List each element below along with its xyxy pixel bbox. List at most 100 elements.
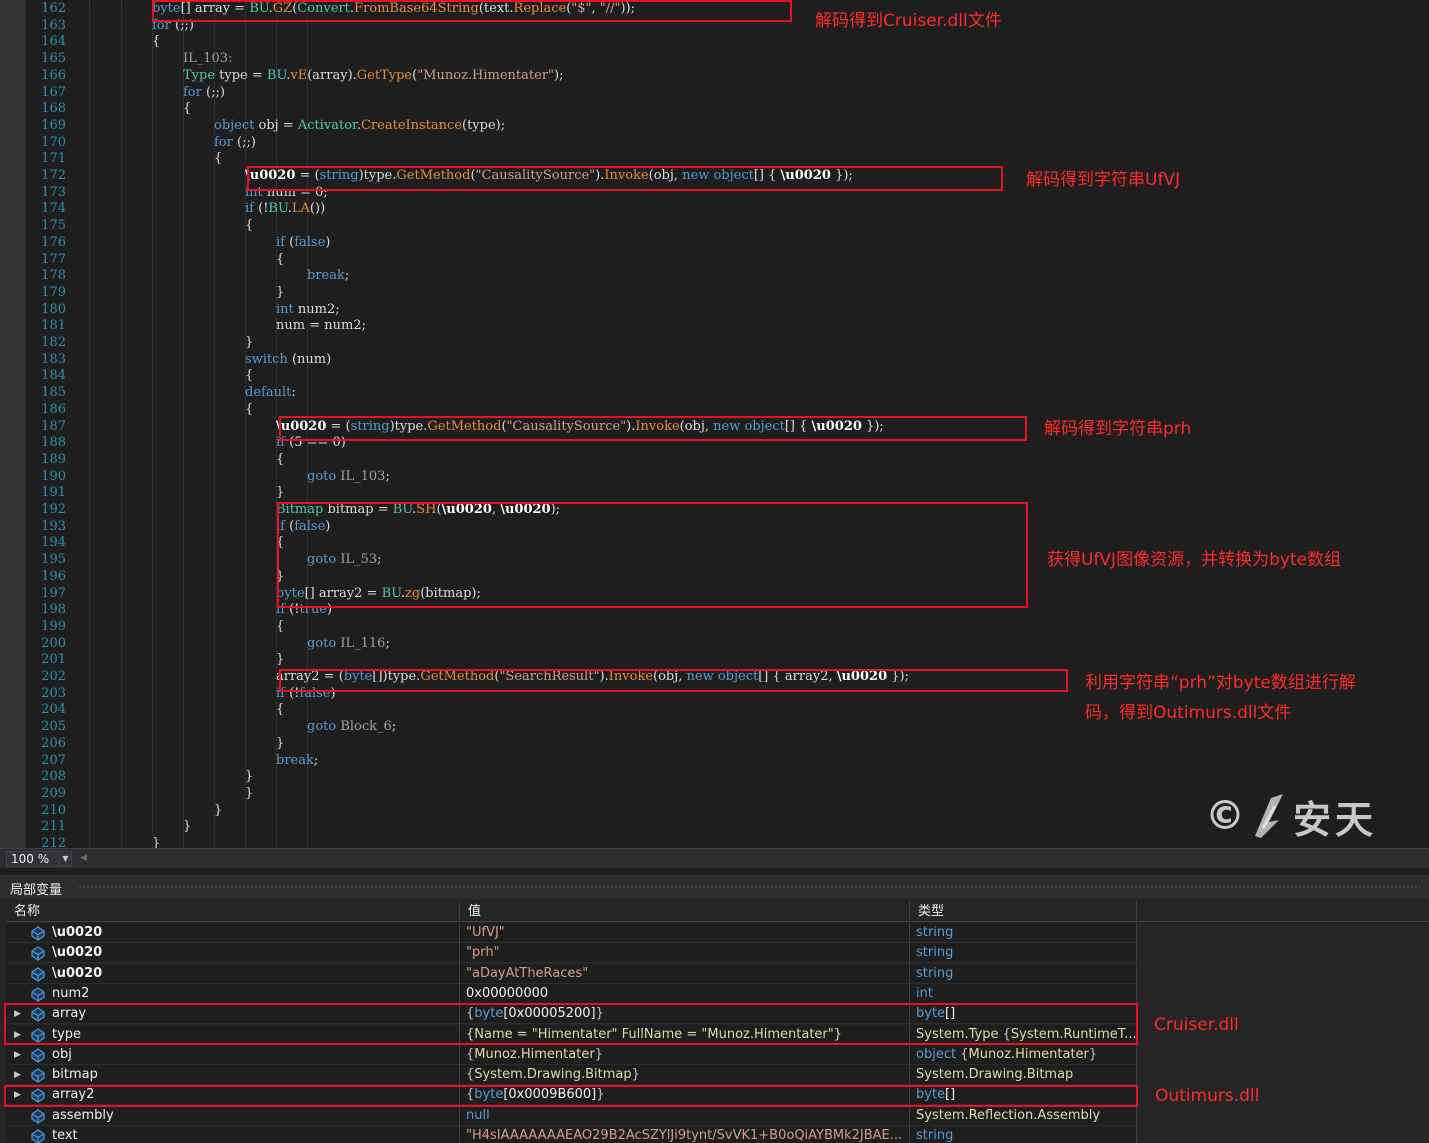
locals-row[interactable]: \u0020 "UfVJ" string: [6, 923, 1137, 943]
variable-name: num2: [52, 985, 90, 1001]
variable-value[interactable]: "UfVJ": [460, 923, 910, 943]
locals-row[interactable]: ▶ type {Name = "Himentater" FullName = "Mu…: [6, 1024, 1137, 1045]
code-line[interactable]: 184 {: [26, 367, 1429, 385]
code-line[interactable]: 171 {: [26, 150, 1429, 168]
variable-value[interactable]: {Munoz.Himentater}: [460, 1044, 910, 1065]
code-line[interactable]: 174 if (!BU.LA()): [26, 200, 1429, 218]
code-line[interactable]: 176 if (false): [26, 234, 1429, 252]
code-line[interactable]: 193 if (false): [26, 518, 1429, 536]
code-line[interactable]: 172 \u0020 = (string)type.GetMethod("Caus…: [26, 167, 1429, 185]
code-editor[interactable]: 162 byte[] array = BU.GZ(Convert.FromBase…: [0, 0, 1429, 848]
variable-value[interactable]: {byte[0x0009B600]}: [460, 1085, 910, 1106]
code-token: }: [245, 769, 254, 785]
column-header-value[interactable]: 值: [460, 901, 910, 922]
code-line[interactable]: 181 num = num2;: [26, 317, 1429, 335]
locals-row[interactable]: ▶ obj {Munoz.Himentater} object {Munoz.Hime…: [6, 1044, 1137, 1065]
locals-row[interactable]: assembly null System.Reflection.Assembly: [6, 1105, 1137, 1126]
column-header-type[interactable]: 类型: [910, 901, 1137, 922]
code-line[interactable]: 170 for (;;): [26, 134, 1429, 152]
variable-value[interactable]: "H4sIAAAAAAAEAO29B2AcSZYlJi9tynt/SvVK1+B…: [460, 1126, 910, 1143]
code-line[interactable]: 200 goto IL_116;: [26, 635, 1429, 653]
expand-arrow-icon[interactable]: ▶: [14, 1004, 24, 1024]
locals-row[interactable]: \u0020 "aDayAtTheRaces" string: [6, 963, 1137, 984]
variable-value[interactable]: {System.Drawing.Bitmap}: [460, 1065, 910, 1086]
line-number: 199: [41, 618, 66, 634]
copyright-icon: ©: [1205, 793, 1245, 839]
code-line[interactable]: 190 goto IL_103;: [26, 468, 1429, 486]
code-token: goto: [307, 552, 337, 568]
code-line[interactable]: 199 {: [26, 618, 1429, 636]
code-line[interactable]: 162 byte[] array = BU.GZ(Convert.FromBase…: [26, 0, 1429, 18]
code-text: }: [183, 818, 191, 836]
code-line[interactable]: 173 int num = 0;: [26, 184, 1429, 202]
code-line[interactable]: 175 {: [26, 217, 1429, 235]
code-line[interactable]: 192 Bitmap bitmap = BU.SH(\u0020, \u0020)…: [26, 501, 1429, 519]
code-line[interactable]: 180 int num2;: [26, 301, 1429, 319]
code-line[interactable]: 187 \u0020 = (string)type.GetMethod("Caus…: [26, 418, 1429, 436]
zoom-select[interactable]: 100 % ▼: [6, 851, 72, 867]
code-line[interactable]: 164 {: [26, 33, 1429, 51]
code-line[interactable]: 179}: [26, 284, 1429, 302]
variable-value[interactable]: {Name = "Himentater" FullName = "Munoz.H…: [460, 1024, 910, 1045]
code-line[interactable]: 206}: [26, 735, 1429, 753]
code-token: obj =: [254, 117, 298, 133]
variable-value[interactable]: "aDayAtTheRaces": [460, 963, 910, 984]
code-token: if: [276, 234, 285, 250]
code-line[interactable]: 185 default:: [26, 384, 1429, 402]
code-line[interactable]: 167 for (;;): [26, 84, 1429, 102]
locals-row[interactable]: num2 0x00000000 int: [6, 983, 1137, 1004]
code-line[interactable]: 197 byte[] array2 = BU.zg(bitmap);: [26, 585, 1429, 603]
locals-row[interactable]: ▶ array {byte[0x00005200]} byte[]: [6, 1004, 1137, 1025]
locals-title-bar[interactable]: 局部变量: [0, 875, 1429, 899]
code-line[interactable]: 208}: [26, 768, 1429, 786]
expand-arrow-icon[interactable]: ▶: [14, 1065, 24, 1085]
value-token: byte: [474, 1087, 504, 1103]
code-text: }: [245, 768, 253, 786]
locals-name-cell: ▶ type: [6, 1024, 460, 1045]
code-token: );: [550, 502, 561, 517]
code-line[interactable]: 182}: [26, 334, 1429, 352]
scroll-left-icon[interactable]: ◀: [80, 853, 87, 863]
locals-name-cell: \u0020: [6, 923, 460, 943]
expand-arrow-icon[interactable]: ▶: [14, 1045, 24, 1065]
line-number: 197: [41, 585, 66, 601]
locals-row[interactable]: text "H4sIAAAAAAAEAO29B2AcSZYlJi9tynt/SvV…: [6, 1126, 1137, 1143]
code-line[interactable]: 207 break;: [26, 752, 1429, 770]
antiy-logo-icon: [1255, 794, 1283, 838]
code-line[interactable]: 191}: [26, 484, 1429, 502]
column-header-name[interactable]: 名称: [6, 901, 460, 922]
code-token: {: [245, 401, 254, 417]
variable-name: \u0020: [52, 925, 103, 940]
code-line[interactable]: 189 {: [26, 451, 1429, 469]
code-line[interactable]: 166 Type type = BU.vE(array).GetType("Mun…: [26, 67, 1429, 85]
code-line[interactable]: 168 {: [26, 100, 1429, 118]
code-line[interactable]: 165 IL_103:: [26, 50, 1429, 68]
variable-value[interactable]: 0x00000000: [460, 983, 910, 1004]
code-text: byte[] array = BU.GZ(Convert.FromBase64S…: [152, 0, 635, 18]
code-line[interactable]: 198 if (!true): [26, 601, 1429, 619]
code-token: (: [284, 518, 295, 534]
expand-arrow-icon[interactable]: ▶: [14, 1025, 24, 1045]
code-line[interactable]: 177 {: [26, 251, 1429, 269]
code-line[interactable]: 163 for (;;): [26, 17, 1429, 35]
value-token: null: [466, 1107, 490, 1123]
code-line[interactable]: 169 object obj = Activator.CreateInstance…: [26, 117, 1429, 135]
locals-row[interactable]: \u0020 "prh" string: [6, 943, 1137, 964]
code-text: goto IL_53;: [307, 551, 382, 569]
code-token: "CausalitySource": [506, 418, 627, 434]
code-line[interactable]: 183 switch (num): [26, 351, 1429, 369]
variable-value[interactable]: {byte[0x00005200]}: [460, 1004, 910, 1025]
code-line[interactable]: 188 if (5 == 0): [26, 434, 1429, 452]
expand-arrow-icon[interactable]: ▶: [14, 1085, 24, 1105]
code-token: false: [299, 685, 331, 701]
locals-row[interactable]: ▶ bitmap {System.Drawing.Bitmap} System.Dra…: [6, 1065, 1137, 1086]
code-token: GetType: [356, 67, 413, 83]
line-number: 210: [41, 802, 66, 818]
code-line[interactable]: 186 {: [26, 401, 1429, 419]
variable-value[interactable]: null: [460, 1105, 910, 1126]
variable-value[interactable]: "prh": [460, 943, 910, 964]
locals-row[interactable]: ▶ array2 {byte[0x0009B600]} byte[]: [6, 1085, 1137, 1106]
chevron-down-icon[interactable]: ▼: [59, 852, 71, 866]
code-line[interactable]: 178 break;: [26, 267, 1429, 285]
code-line[interactable]: 201}: [26, 651, 1429, 669]
